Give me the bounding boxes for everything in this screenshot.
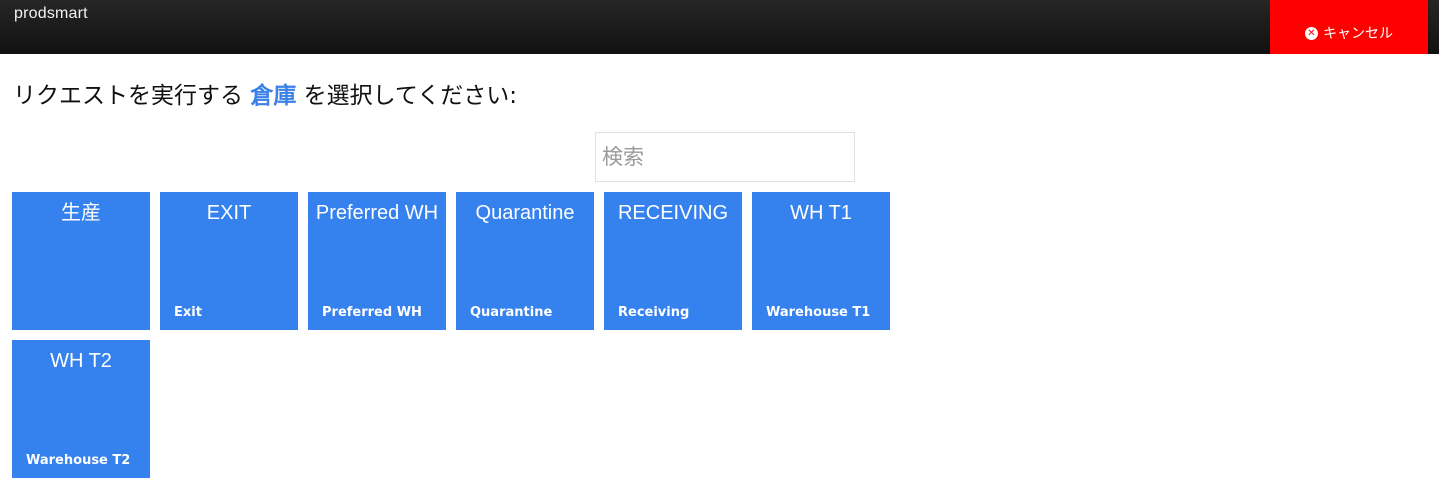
warehouse-tile[interactable]: Quarantine Quarantine bbox=[456, 192, 594, 330]
warehouse-title: WH T2 bbox=[50, 350, 112, 372]
warehouse-subtitle: Exit bbox=[174, 305, 202, 320]
app-logo: prodsmart bbox=[14, 5, 88, 22]
warehouse-title: Preferred WH bbox=[315, 202, 439, 224]
prompt-highlight: 倉庫 bbox=[250, 83, 297, 109]
close-circle-icon: ✕ bbox=[1305, 26, 1318, 40]
warehouse-title: RECEIVING bbox=[617, 202, 729, 224]
warehouse-tile[interactable]: Preferred WH Preferred WH bbox=[308, 192, 446, 330]
page-title: リクエストを実行する 倉庫 を選択してください: bbox=[13, 76, 517, 110]
warehouse-title: 生産 bbox=[61, 202, 101, 224]
warehouse-tile[interactable]: RECEIVING Receiving bbox=[604, 192, 742, 330]
warehouse-title: EXIT bbox=[206, 202, 252, 224]
prompt-text-after: を選択してください: bbox=[303, 83, 517, 109]
search-input[interactable] bbox=[595, 132, 855, 182]
cancel-button[interactable]: ✕ キャンセル bbox=[1270, 0, 1428, 54]
warehouse-subtitle: Receiving bbox=[618, 305, 690, 320]
cancel-button-label: キャンセル bbox=[1323, 26, 1393, 42]
warehouse-tile[interactable]: 生産 bbox=[12, 192, 150, 330]
warehouse-title: WH T1 bbox=[790, 202, 852, 224]
warehouse-title: Quarantine bbox=[475, 202, 575, 224]
warehouse-subtitle: Warehouse T1 bbox=[766, 305, 871, 320]
warehouse-tile[interactable]: WH T1 Warehouse T1 bbox=[752, 192, 890, 330]
warehouse-tile[interactable]: WH T2 Warehouse T2 bbox=[12, 340, 150, 478]
top-bar: prodsmart ✕ キャンセル bbox=[0, 0, 1439, 54]
warehouse-subtitle: Quarantine bbox=[470, 305, 553, 320]
warehouse-subtitle: Warehouse T2 bbox=[26, 453, 131, 468]
prompt-text-before: リクエストを実行する bbox=[13, 83, 243, 109]
warehouse-tile[interactable]: EXIT Exit bbox=[160, 192, 298, 330]
warehouse-subtitle: Preferred WH bbox=[322, 305, 422, 320]
